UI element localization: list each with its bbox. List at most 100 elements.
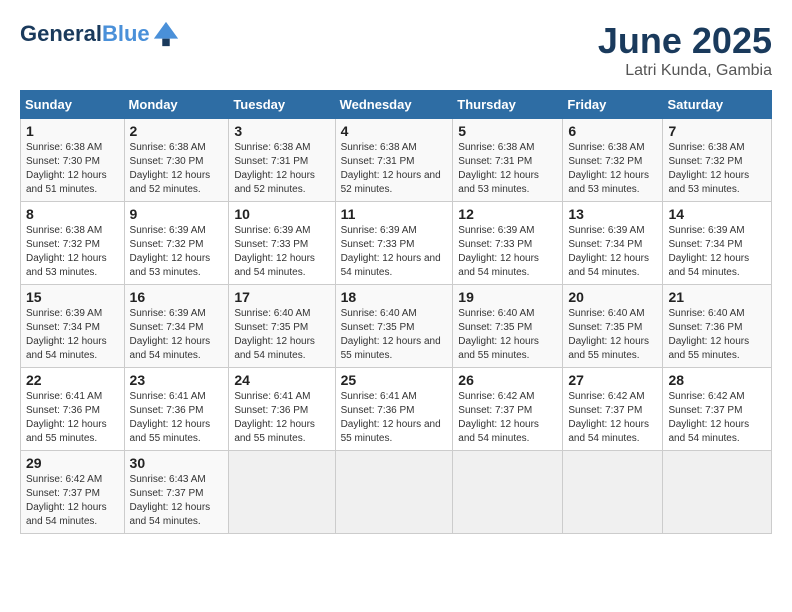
calendar-subtitle: Latri Kunda, Gambia bbox=[598, 62, 772, 80]
calendar-cell: 20 Sunrise: 6:40 AMSunset: 7:35 PMDayligh… bbox=[563, 285, 663, 368]
day-info: Sunrise: 6:40 AMSunset: 7:35 PMDaylight:… bbox=[568, 308, 649, 361]
day-number: 22 bbox=[26, 372, 119, 388]
header-cell-sunday: Sunday bbox=[21, 91, 125, 119]
day-number: 17 bbox=[234, 289, 329, 305]
calendar-week-4: 22 Sunrise: 6:41 AMSunset: 7:36 PMDayligh… bbox=[21, 368, 772, 451]
calendar-header: SundayMondayTuesdayWednesdayThursdayFrid… bbox=[21, 91, 772, 119]
page-header: GeneralBlue June 2025 Latri Kunda, Gambi… bbox=[20, 20, 772, 80]
day-info: Sunrise: 6:38 AMSunset: 7:32 PMDaylight:… bbox=[568, 142, 649, 195]
calendar-cell: 14 Sunrise: 6:39 AMSunset: 7:34 PMDayligh… bbox=[663, 202, 772, 285]
calendar-cell: 19 Sunrise: 6:40 AMSunset: 7:35 PMDayligh… bbox=[453, 285, 563, 368]
day-number: 23 bbox=[130, 372, 224, 388]
calendar-cell: 12 Sunrise: 6:39 AMSunset: 7:33 PMDayligh… bbox=[453, 202, 563, 285]
day-number: 24 bbox=[234, 372, 329, 388]
day-number: 14 bbox=[668, 206, 766, 222]
calendar-week-2: 8 Sunrise: 6:38 AMSunset: 7:32 PMDaylight… bbox=[21, 202, 772, 285]
calendar-cell: 3Sunrise: 6:38 AMSunset: 7:31 PMDaylight… bbox=[229, 119, 335, 202]
calendar-cell: 10Sunrise: 6:39 AMSunset: 7:33 PMDayligh… bbox=[229, 202, 335, 285]
day-number: 11 bbox=[341, 206, 448, 222]
day-info: Sunrise: 6:42 AMSunset: 7:37 PMDaylight:… bbox=[458, 391, 539, 444]
header-cell-monday: Monday bbox=[124, 91, 229, 119]
calendar-cell: 13 Sunrise: 6:39 AMSunset: 7:34 PMDayligh… bbox=[563, 202, 663, 285]
calendar-week-3: 15 Sunrise: 6:39 AMSunset: 7:34 PMDayligh… bbox=[21, 285, 772, 368]
day-info: Sunrise: 6:39 AMSunset: 7:34 PMDaylight:… bbox=[26, 308, 107, 361]
day-number: 7 bbox=[668, 123, 766, 139]
calendar-cell: 7 Sunrise: 6:38 AMSunset: 7:32 PMDaylight… bbox=[663, 119, 772, 202]
calendar-cell: 23 Sunrise: 6:41 AMSunset: 7:36 PMDayligh… bbox=[124, 368, 229, 451]
day-number: 18 bbox=[341, 289, 448, 305]
calendar-cell: 4 Sunrise: 6:38 AMSunset: 7:31 PMDaylight… bbox=[335, 119, 453, 202]
day-info: Sunrise: 6:41 AMSunset: 7:36 PMDaylight:… bbox=[26, 391, 107, 444]
calendar-cell: 26 Sunrise: 6:42 AMSunset: 7:37 PMDayligh… bbox=[453, 368, 563, 451]
day-info: Sunrise: 6:39 AMSunset: 7:32 PMDaylight:… bbox=[130, 225, 211, 278]
day-number: 21 bbox=[668, 289, 766, 305]
header-row: SundayMondayTuesdayWednesdayThursdayFrid… bbox=[21, 91, 772, 119]
day-info: Sunrise: 6:41 AMSunset: 7:36 PMDaylight:… bbox=[234, 391, 315, 444]
calendar-week-1: 1 Sunrise: 6:38 AMSunset: 7:30 PMDaylight… bbox=[21, 119, 772, 202]
day-info: Sunrise: 6:40 AMSunset: 7:35 PMDaylight:… bbox=[458, 308, 539, 361]
day-info: Sunrise: 6:39 AMSunset: 7:33 PMDaylight:… bbox=[458, 225, 539, 278]
calendar-cell: 30 Sunrise: 6:43 AMSunset: 7:37 PMDayligh… bbox=[124, 451, 229, 534]
title-block: June 2025 Latri Kunda, Gambia bbox=[598, 20, 772, 80]
calendar-cell: 27Sunrise: 6:42 AMSunset: 7:37 PMDayligh… bbox=[563, 368, 663, 451]
calendar-title: June 2025 bbox=[598, 20, 772, 62]
day-number: 20 bbox=[568, 289, 657, 305]
day-info: Sunrise: 6:38 AMSunset: 7:30 PMDaylight:… bbox=[130, 142, 211, 195]
day-number: 1 bbox=[26, 123, 119, 139]
day-info: Sunrise: 6:40 AMSunset: 7:35 PMDaylight:… bbox=[234, 308, 315, 361]
day-number: 8 bbox=[26, 206, 119, 222]
day-number: 10 bbox=[234, 206, 329, 222]
day-info: Sunrise: 6:40 AMSunset: 7:36 PMDaylight:… bbox=[668, 308, 749, 361]
day-number: 13 bbox=[568, 206, 657, 222]
day-number: 9 bbox=[130, 206, 224, 222]
calendar-table: SundayMondayTuesdayWednesdayThursdayFrid… bbox=[20, 90, 772, 534]
calendar-cell: 28 Sunrise: 6:42 AMSunset: 7:37 PMDayligh… bbox=[663, 368, 772, 451]
day-number: 16 bbox=[130, 289, 224, 305]
day-info: Sunrise: 6:39 AMSunset: 7:34 PMDaylight:… bbox=[568, 225, 649, 278]
calendar-cell: 9 Sunrise: 6:39 AMSunset: 7:32 PMDaylight… bbox=[124, 202, 229, 285]
calendar-cell bbox=[663, 451, 772, 534]
day-number: 15 bbox=[26, 289, 119, 305]
day-number: 30 bbox=[130, 455, 224, 471]
day-number: 12 bbox=[458, 206, 557, 222]
day-info: Sunrise: 6:38 AMSunset: 7:32 PMDaylight:… bbox=[668, 142, 749, 195]
calendar-cell: 22 Sunrise: 6:41 AMSunset: 7:36 PMDayligh… bbox=[21, 368, 125, 451]
day-number: 5 bbox=[458, 123, 557, 139]
calendar-cell bbox=[563, 451, 663, 534]
header-cell-tuesday: Tuesday bbox=[229, 91, 335, 119]
calendar-cell bbox=[229, 451, 335, 534]
calendar-cell bbox=[335, 451, 453, 534]
day-info: Sunrise: 6:42 AMSunset: 7:37 PMDaylight:… bbox=[26, 474, 107, 527]
calendar-cell: 8 Sunrise: 6:38 AMSunset: 7:32 PMDaylight… bbox=[21, 202, 125, 285]
day-number: 4 bbox=[341, 123, 448, 139]
day-number: 25 bbox=[341, 372, 448, 388]
calendar-cell: 1 Sunrise: 6:38 AMSunset: 7:30 PMDaylight… bbox=[21, 119, 125, 202]
day-info: Sunrise: 6:41 AMSunset: 7:36 PMDaylight:… bbox=[130, 391, 211, 444]
header-cell-wednesday: Wednesday bbox=[335, 91, 453, 119]
day-number: 19 bbox=[458, 289, 557, 305]
calendar-cell: 15 Sunrise: 6:39 AMSunset: 7:34 PMDayligh… bbox=[21, 285, 125, 368]
day-number: 26 bbox=[458, 372, 557, 388]
day-info: Sunrise: 6:39 AMSunset: 7:34 PMDaylight:… bbox=[668, 225, 749, 278]
day-number: 29 bbox=[26, 455, 119, 471]
calendar-cell: 2 Sunrise: 6:38 AMSunset: 7:30 PMDaylight… bbox=[124, 119, 229, 202]
calendar-cell: 5Sunrise: 6:38 AMSunset: 7:31 PMDaylight… bbox=[453, 119, 563, 202]
day-info: Sunrise: 6:38 AMSunset: 7:30 PMDaylight:… bbox=[26, 142, 107, 195]
day-info: Sunrise: 6:43 AMSunset: 7:37 PMDaylight:… bbox=[130, 474, 211, 527]
day-info: Sunrise: 6:42 AMSunset: 7:37 PMDaylight:… bbox=[668, 391, 749, 444]
day-number: 2 bbox=[130, 123, 224, 139]
calendar-cell bbox=[453, 451, 563, 534]
calendar-cell: 21 Sunrise: 6:40 AMSunset: 7:36 PMDayligh… bbox=[663, 285, 772, 368]
calendar-cell: 17 Sunrise: 6:40 AMSunset: 7:35 PMDayligh… bbox=[229, 285, 335, 368]
day-info: Sunrise: 6:38 AMSunset: 7:32 PMDaylight:… bbox=[26, 225, 107, 278]
day-info: Sunrise: 6:39 AMSunset: 7:33 PMDaylight:… bbox=[341, 225, 441, 278]
day-number: 27 bbox=[568, 372, 657, 388]
header-cell-friday: Friday bbox=[563, 91, 663, 119]
logo-text: GeneralBlue bbox=[20, 22, 150, 46]
calendar-cell: 6 Sunrise: 6:38 AMSunset: 7:32 PMDaylight… bbox=[563, 119, 663, 202]
day-info: Sunrise: 6:38 AMSunset: 7:31 PMDaylight:… bbox=[341, 142, 441, 195]
day-number: 28 bbox=[668, 372, 766, 388]
calendar-cell: 16Sunrise: 6:39 AMSunset: 7:34 PMDayligh… bbox=[124, 285, 229, 368]
day-number: 6 bbox=[568, 123, 657, 139]
header-cell-saturday: Saturday bbox=[663, 91, 772, 119]
